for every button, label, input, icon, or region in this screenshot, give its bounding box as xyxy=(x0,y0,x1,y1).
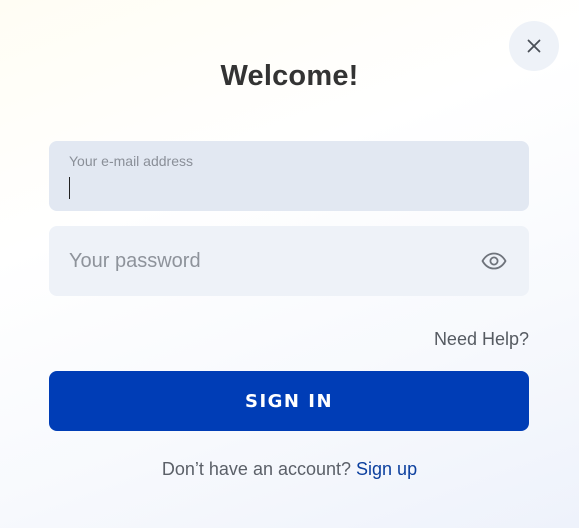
sign-in-button[interactable]: SIGN IN xyxy=(49,371,529,431)
email-field[interactable]: Your e-mail address xyxy=(49,141,529,211)
need-help-link[interactable]: Need Help? xyxy=(434,329,529,350)
eye-icon xyxy=(481,252,507,270)
close-icon xyxy=(527,39,541,53)
show-password-button[interactable] xyxy=(479,247,509,275)
sign-up-link[interactable]: Sign up xyxy=(356,459,417,479)
signup-prompt-text: Don’t have an account? xyxy=(161,459,352,479)
email-input[interactable] xyxy=(69,175,509,201)
login-modal: Welcome! Your e-mail address Need Help? … xyxy=(0,0,579,528)
password-input[interactable] xyxy=(69,226,459,296)
email-field-label: Your e-mail address xyxy=(69,153,193,169)
modal-title: Welcome! xyxy=(220,60,359,92)
password-field[interactable] xyxy=(49,226,529,296)
signup-prompt-row: Don’t have an account? Sign up xyxy=(0,459,579,480)
